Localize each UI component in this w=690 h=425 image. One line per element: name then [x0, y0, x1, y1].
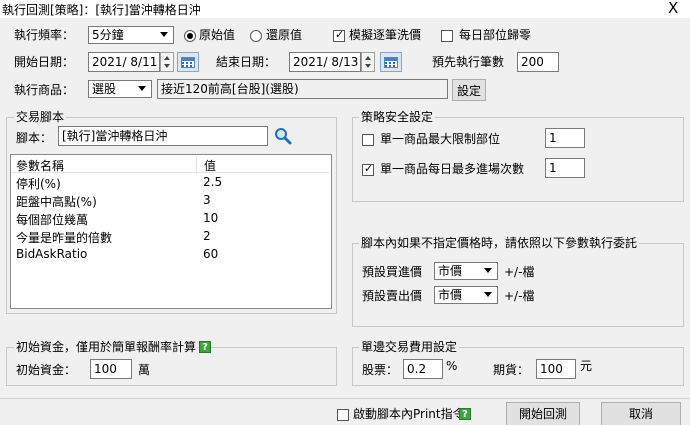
radio-restored-label: 還原值	[266, 28, 303, 42]
capital-label: 初始資金：	[16, 363, 77, 377]
radio-original[interactable]	[184, 30, 196, 42]
prerun-label: 預先執行筆數	[432, 55, 505, 69]
end-date-field[interactable]: 2021/ 8/13	[289, 52, 361, 72]
help-icon[interactable]: ?	[199, 341, 211, 353]
max-entries-label: 單一商品每日最多進場次數	[380, 162, 525, 176]
safety-group-title: 策略安全設定	[359, 110, 436, 124]
safety-group	[352, 117, 684, 202]
buy-tick-label: +/-檔	[504, 265, 535, 279]
radio-original-label: 原始值	[199, 28, 236, 42]
sell-tick-label: +/-檔	[504, 289, 535, 303]
max-entries-field[interactable]: 1	[545, 158, 585, 178]
futures-fee-unit: 元	[580, 359, 593, 373]
sell-price-label: 預設賣出價	[362, 289, 423, 303]
product-value-field: 接近120前高[台股](選股)	[157, 79, 448, 99]
end-date-label: 結束日期：	[216, 55, 277, 69]
futures-fee-field[interactable]: 100	[536, 359, 576, 379]
start-backtest-button[interactable]: 開始回測	[506, 402, 580, 425]
script-group-title: 交易腳本	[14, 110, 67, 124]
prerun-field[interactable]: 200	[517, 52, 559, 72]
reset-daily-label: 每日部位歸零	[459, 28, 532, 42]
table-row[interactable]: 距盤中高點(%) 3	[12, 192, 332, 210]
sell-price-select[interactable]: 市價	[434, 286, 498, 304]
order-group-title: 腳本內如果不指定價格時，請依照以下參數執行委託	[359, 236, 640, 250]
print-label: 啟動腳本內Print指令	[353, 407, 465, 421]
buy-price-select[interactable]: 市價	[434, 262, 498, 280]
script-name-label: 腳本：	[16, 131, 53, 145]
stock-fee-unit: %	[446, 359, 458, 373]
capital-group-title: 初始資金，僅用於簡單報酬率計算	[14, 340, 199, 354]
window-title: 執行回測[策略]：[執行]當沖轉格日沖	[2, 3, 201, 17]
search-icon[interactable]	[274, 127, 292, 145]
max-position-checkbox[interactable]	[362, 134, 374, 146]
start-date-label: 開始日期：	[14, 55, 75, 69]
table-row[interactable]: 停利(%) 2.5	[12, 174, 332, 192]
start-date-field[interactable]: 2021/ 8/11	[88, 52, 160, 72]
reset-daily-checkbox[interactable]	[441, 30, 453, 42]
start-calendar-icon[interactable]	[177, 52, 199, 72]
chevron-down-icon	[157, 28, 172, 42]
chevron-down-icon	[481, 264, 496, 278]
column-param-name: 參數名稱	[16, 159, 65, 173]
simulate-tick-label: 模擬逐筆洗價	[349, 28, 422, 42]
capital-unit: 萬	[138, 363, 151, 377]
fee-group-title: 單邊交易費用設定	[359, 340, 460, 354]
table-row[interactable]: 每個部位幾萬 10	[12, 210, 332, 228]
parameter-list[interactable]: 參數名稱 值 停利(%) 2.5 距盤中高點(%) 3 每個部位幾萬 10 今量…	[10, 154, 332, 309]
table-row[interactable]: BidAskRatio 60	[12, 246, 332, 264]
list-header: 參數名稱 值	[12, 156, 330, 173]
product-label: 執行商品：	[14, 83, 75, 97]
product-type-select[interactable]: 選股	[88, 80, 152, 98]
end-date-spinner[interactable]	[361, 52, 375, 72]
max-position-field[interactable]: 1	[545, 128, 585, 148]
order-group	[352, 243, 684, 327]
max-position-label: 單一商品最大限制部位	[380, 132, 501, 146]
help-icon[interactable]: ?	[459, 408, 471, 420]
setting-button[interactable]: 設定	[452, 79, 486, 101]
script-name-field[interactable]: [執行]當沖轉格日沖	[58, 126, 268, 146]
print-checkbox[interactable]	[337, 409, 349, 421]
max-entries-checkbox[interactable]	[362, 162, 374, 176]
chevron-down-icon	[135, 82, 150, 96]
radio-restored[interactable]	[250, 30, 262, 42]
table-row[interactable]: 今量是昨量的倍數 2	[12, 228, 332, 246]
chevron-down-icon	[481, 288, 496, 302]
start-date-spinner[interactable]	[160, 52, 174, 72]
footer-divider	[0, 398, 690, 399]
buy-price-label: 預設買進價	[362, 265, 423, 279]
futures-fee-label: 期貨：	[493, 363, 530, 377]
close-icon[interactable]: X	[668, 0, 678, 17]
stock-fee-label: 股票：	[362, 363, 399, 377]
frequency-select[interactable]: 5分鐘	[88, 26, 174, 44]
end-calendar-icon[interactable]	[380, 52, 402, 72]
frequency-value: 5分鐘	[92, 28, 124, 42]
column-value: 值	[204, 159, 217, 173]
stock-fee-field[interactable]: 0.2	[403, 359, 443, 379]
cancel-button[interactable]: 取消	[601, 402, 681, 425]
frequency-label: 執行頻率：	[14, 28, 75, 42]
simulate-tick-checkbox[interactable]	[333, 28, 345, 42]
capital-field[interactable]: 100	[90, 359, 132, 379]
